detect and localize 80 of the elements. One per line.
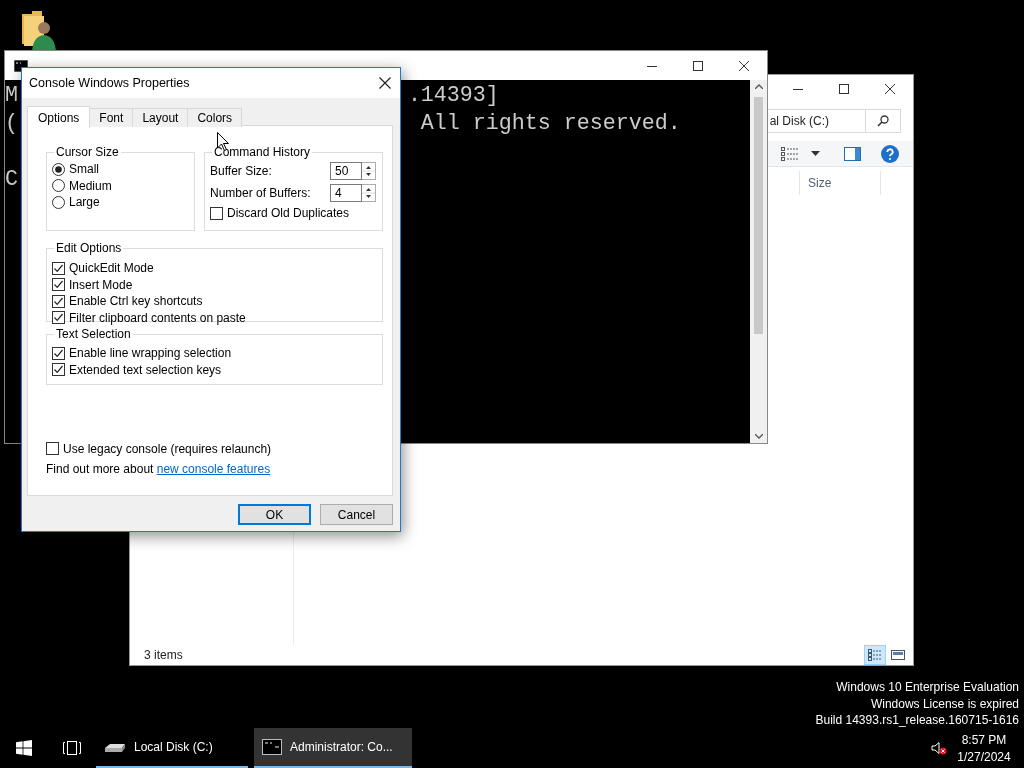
- number-field[interactable]: 50: [330, 162, 362, 180]
- close-icon[interactable]: [885, 84, 895, 94]
- checkbox-label[interactable]: Enable line wrapping selection: [69, 346, 232, 361]
- radio-button[interactable]: [52, 195, 65, 209]
- tab[interactable]: Font: [89, 108, 134, 127]
- checkbox[interactable]: [52, 311, 65, 325]
- radio-label[interactable]: Large: [69, 195, 100, 210]
- group-title: Cursor Size: [55, 145, 120, 159]
- taskbar-button[interactable]: Administrator: Co...: [254, 728, 412, 768]
- address-text: al Disk (C:): [769, 114, 829, 128]
- field-label: Buffer Size:: [210, 164, 273, 178]
- ok-button[interactable]: OK: [238, 504, 311, 525]
- watermark-text: Windows License is expired: [870, 695, 1019, 712]
- search-field[interactable]: [866, 109, 901, 133]
- checkbox-label[interactable]: QuickEdit Mode: [69, 261, 154, 276]
- help-text: Find out more about: [46, 462, 155, 476]
- spin-arrows-icon: [362, 185, 375, 201]
- maximize-icon[interactable]: [839, 84, 849, 94]
- task-view-icon[interactable]: [62, 741, 82, 755]
- checkbox[interactable]: [52, 261, 65, 275]
- view-button[interactable]: [864, 645, 886, 665]
- watermark-text: Build 14393.rs1_release.160715-1616: [815, 712, 1019, 729]
- taskbar-button[interactable]: Local Disk (C:): [96, 728, 248, 768]
- group-title: Command History: [213, 145, 312, 159]
- clock[interactable]: 8:57 PM 1/27/2024: [953, 732, 1015, 764]
- large-icons-view-icon: [891, 649, 905, 661]
- link[interactable]: new console features: [156, 462, 271, 476]
- cancel-button[interactable]: Cancel: [320, 504, 393, 525]
- watermark-text: Windows 10 Enterprise Evaluation: [836, 679, 1019, 696]
- console-text: .14393]: [407, 82, 499, 110]
- close-icon[interactable]: [739, 60, 749, 71]
- search-icon: [877, 115, 889, 127]
- status-text: 3 items: [144, 648, 183, 662]
- scrollbar[interactable]: [750, 80, 767, 443]
- group-title: Edit Options: [55, 241, 123, 255]
- column-header[interactable]: Size: [799, 171, 881, 195]
- dropdown-caret-icon[interactable]: [811, 151, 820, 156]
- maximize-icon[interactable]: [693, 60, 703, 71]
- checkbox-label[interactable]: Use legacy console (requires relaunch): [63, 441, 272, 456]
- windows-start-icon[interactable]: [16, 740, 32, 756]
- checkbox[interactable]: [210, 206, 223, 220]
- scroll-down-icon[interactable]: [754, 434, 763, 439]
- console-text: All rights reserved.: [420, 110, 681, 138]
- checkbox-label[interactable]: Enable Ctrl key shortcuts: [69, 294, 203, 309]
- group-title: Text Selection: [55, 327, 132, 341]
- details-view-icon: [868, 649, 882, 661]
- tab[interactable]: Options: [27, 106, 91, 128]
- dialog-title: Console Windows Properties: [29, 76, 190, 90]
- number-field[interactable]: 4: [330, 184, 362, 202]
- user-folder-icon[interactable]: [20, 10, 56, 52]
- drive-icon: [104, 741, 126, 753]
- console-icon: [262, 739, 282, 755]
- field-label: Number of Buffers:: [210, 186, 312, 200]
- radio-button[interactable]: [52, 179, 65, 193]
- checkbox[interactable]: [52, 363, 65, 377]
- checkbox-label[interactable]: Extended text selection keys: [69, 362, 222, 377]
- volume-muted-icon[interactable]: [931, 741, 947, 755]
- tab[interactable]: Layout: [132, 108, 189, 127]
- tab[interactable]: Colors: [187, 108, 243, 127]
- console-text: M: [5, 82, 18, 110]
- console-text: C: [5, 166, 18, 194]
- checkbox[interactable]: [52, 294, 65, 308]
- close-icon[interactable]: [379, 77, 391, 89]
- view-list-icon[interactable]: [781, 146, 799, 161]
- spin-button[interactable]: [362, 162, 376, 180]
- checkbox-label[interactable]: Discard Old Duplicates: [227, 206, 350, 221]
- checkbox[interactable]: [52, 278, 65, 292]
- checkbox[interactable]: [52, 346, 65, 360]
- spin-button[interactable]: [362, 184, 376, 202]
- scroll-up-icon[interactable]: [754, 84, 763, 89]
- radio-button[interactable]: [52, 162, 65, 176]
- radio-label[interactable]: Small: [69, 162, 99, 177]
- spin-arrows-icon: [362, 163, 375, 179]
- help-icon[interactable]: [881, 144, 899, 163]
- radio-label[interactable]: Medium: [69, 178, 112, 193]
- console-text: (: [5, 110, 18, 138]
- preview-pane-icon[interactable]: [844, 146, 861, 161]
- checkbox[interactable]: [46, 442, 59, 456]
- checkbox-label[interactable]: Insert Mode: [69, 277, 133, 292]
- checkbox-label[interactable]: Filter clipboard contents on paste: [69, 310, 246, 325]
